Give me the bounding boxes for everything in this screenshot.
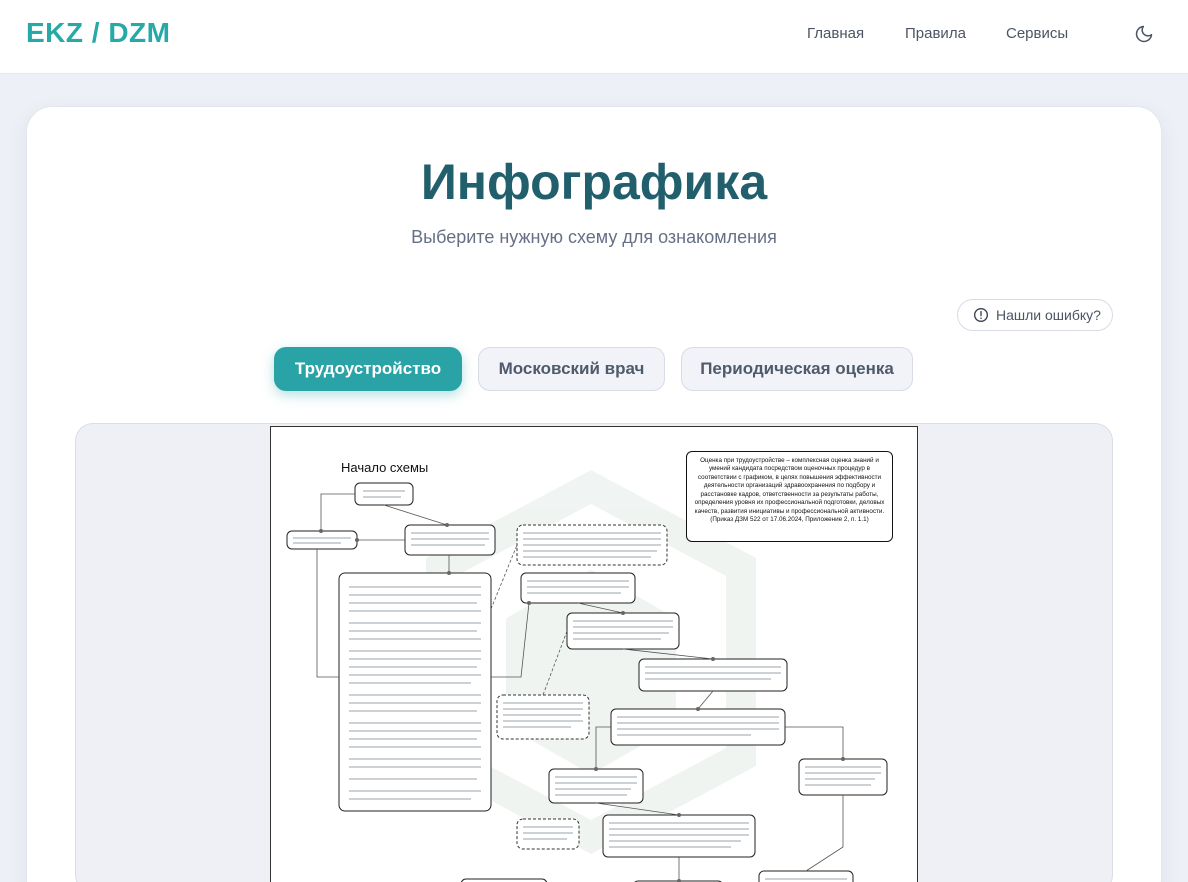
page-title: Инфографика	[420, 154, 768, 210]
page-subtitle: Выберите нужную схему для ознакомления	[411, 227, 777, 247]
top-navigation-bar: EKZ / DZM Главная Правила Сервисы	[0, 0, 1188, 74]
flowchart-definition-note: Оценка при трудоустройстве – комплексная…	[686, 451, 893, 542]
moon-icon	[1135, 25, 1153, 43]
theme-toggle-button[interactable]	[1132, 22, 1156, 46]
alert-circle-icon	[974, 308, 988, 322]
report-error-label: Нашли ошибку?	[996, 307, 1101, 323]
tab-periodic-assessment[interactable]: Периодическая оценка	[681, 347, 913, 391]
site-logo[interactable]: EKZ / DZM	[26, 17, 171, 49]
tab-employment[interactable]: Трудоустройство	[274, 347, 462, 391]
nav-link-rules[interactable]: Правила	[905, 25, 966, 42]
flowchart-image[interactable]: Начало схемы Оценка при трудоустройстве …	[270, 426, 918, 882]
nav-link-home[interactable]: Главная	[807, 25, 864, 42]
nav-link-services[interactable]: Сервисы	[1006, 25, 1068, 42]
infographic-viewer[interactable]: Начало схемы Оценка при трудоустройстве …	[75, 423, 1113, 882]
tab-moscow-doctor[interactable]: Московский врач	[478, 347, 665, 391]
flowchart-start-label: Начало схемы	[341, 460, 429, 475]
report-error-button[interactable]: Нашли ошибку?	[957, 299, 1113, 331]
